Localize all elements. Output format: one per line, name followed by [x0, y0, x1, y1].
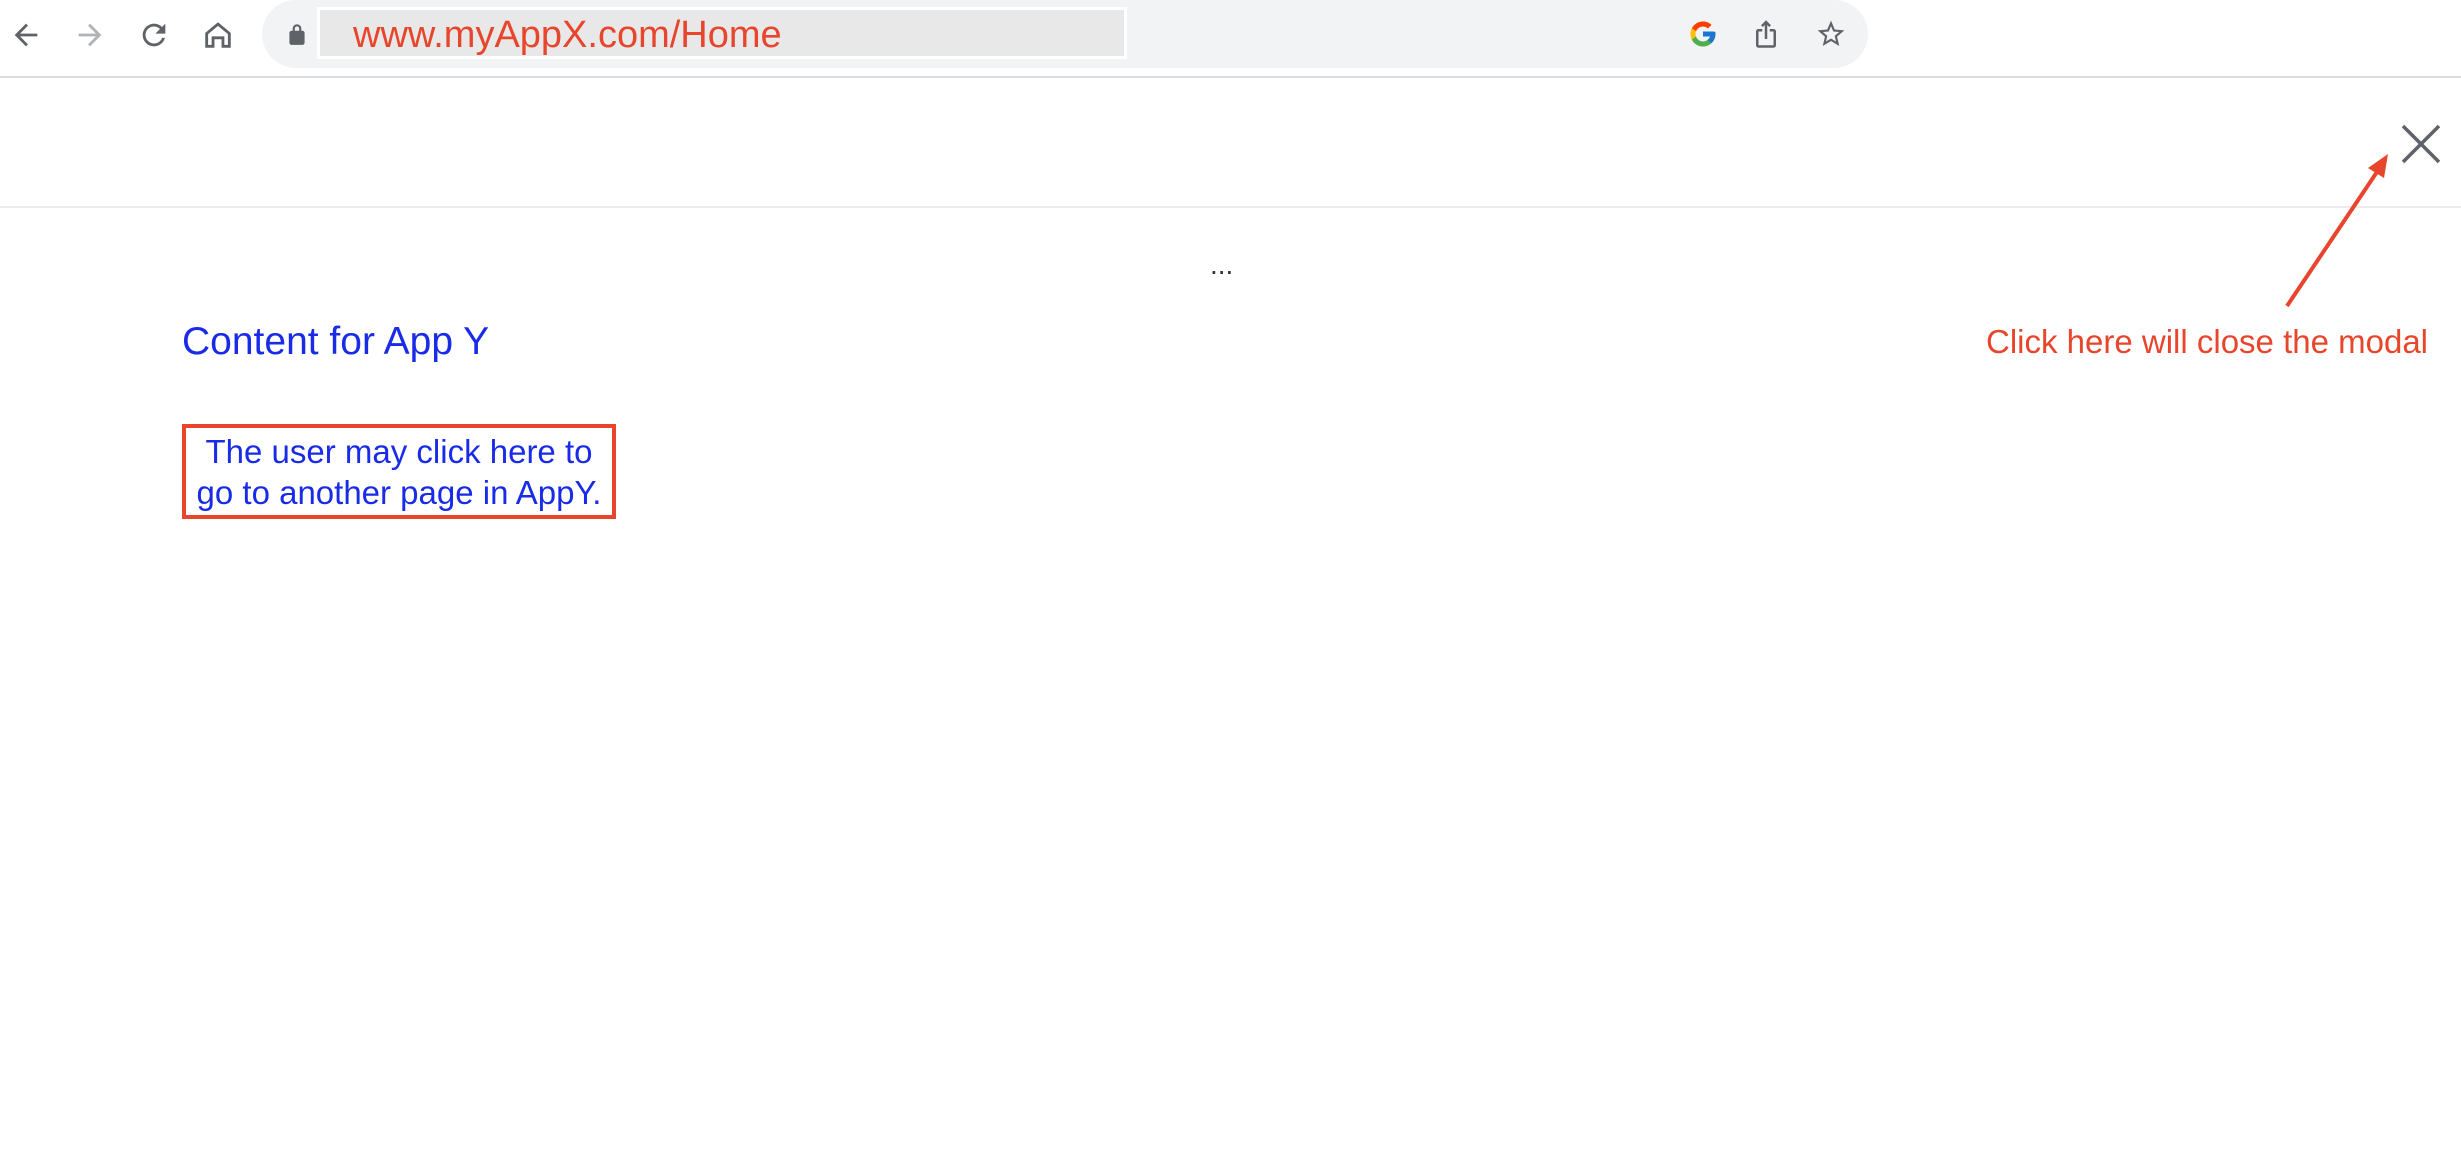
forward-arrow-icon [78, 23, 102, 47]
forward-button[interactable] [64, 9, 116, 61]
back-button[interactable] [0, 9, 52, 61]
annotation-text: Click here will close the modal [1986, 323, 2429, 360]
annotation-arrow [2285, 154, 2388, 308]
modal-header [0, 78, 2461, 208]
appy-link-line2: go to another page in AppY. [196, 473, 602, 511]
ellipsis-text: ... [1210, 249, 1234, 280]
google-icon [1690, 21, 1716, 47]
home-icon [205, 22, 231, 48]
browser-toolbar: www.myAppX.com/Home [0, 0, 2461, 78]
back-arrow-icon [14, 23, 38, 47]
share-button[interactable] [1746, 14, 1786, 54]
bookmark-button[interactable] [1811, 14, 1851, 54]
reload-button[interactable] [128, 9, 180, 61]
home-button[interactable] [192, 9, 244, 61]
reload-icon [142, 23, 166, 47]
url-field[interactable]: www.myAppX.com/Home [317, 7, 1127, 59]
lock-icon [289, 24, 305, 45]
star-icon [1817, 20, 1845, 46]
omnibox[interactable]: www.myAppX.com/Home [262, 0, 1868, 68]
appy-link-line1: The user may click here to [205, 432, 593, 470]
share-icon [1756, 20, 1776, 48]
appy-link-text: The user may click here to go to another… [197, 431, 602, 513]
content-title: Content for App Y [182, 320, 490, 363]
google-button[interactable] [1683, 14, 1723, 54]
url-text: www.myAppX.com/Home [353, 14, 782, 56]
appy-link[interactable]: The user may click here to go to another… [182, 424, 616, 519]
